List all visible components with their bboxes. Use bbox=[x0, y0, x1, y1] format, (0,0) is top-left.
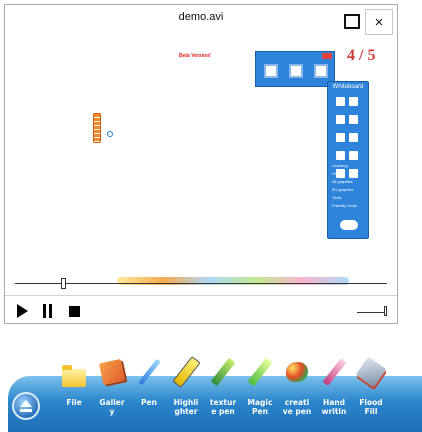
flood-fill-icon bbox=[355, 356, 387, 388]
maximize-icon bbox=[344, 13, 360, 29]
texture-pen-icon bbox=[209, 357, 237, 387]
tool-magic-pen[interactable]: Magic Pen bbox=[242, 352, 278, 432]
wb-tool-icon[interactable] bbox=[336, 151, 345, 160]
whiteboard-panel: Whiteboard Learning Pen All graphics 3D … bbox=[327, 81, 369, 239]
wb-list-item[interactable]: Learning bbox=[332, 162, 368, 170]
pen-strip-graphic bbox=[93, 113, 101, 143]
tool-gallery[interactable]: Galler y bbox=[94, 352, 130, 432]
wb-tool-icon[interactable] bbox=[349, 133, 358, 142]
stop-icon[interactable] bbox=[69, 306, 80, 317]
tool-label: Magic Pen bbox=[247, 398, 273, 416]
tool-texture-pen[interactable]: textur e pen bbox=[205, 352, 241, 432]
mini-toolbar-button-2[interactable] bbox=[289, 64, 303, 78]
handwriting-icon bbox=[320, 358, 348, 386]
tool-flood-fill[interactable]: Flood Fill bbox=[353, 352, 389, 432]
pause-icon[interactable] bbox=[43, 304, 53, 318]
wb-list-item[interactable]: 3D graphics bbox=[332, 186, 368, 194]
folder-icon bbox=[60, 358, 88, 387]
wb-tool-icon[interactable] bbox=[349, 115, 358, 124]
mini-toolbar-panel bbox=[255, 51, 335, 87]
eject-icon bbox=[20, 409, 32, 412]
tool-label: textur e pen bbox=[209, 398, 237, 416]
media-player-window: demo.avi × Beta Version! 4 / 5 Whiteboar… bbox=[4, 4, 398, 324]
wb-tool-icon[interactable] bbox=[336, 133, 345, 142]
wb-list-item[interactable]: Tools bbox=[332, 194, 368, 202]
wb-tool-icon[interactable] bbox=[336, 115, 345, 124]
whiteboard-toggle-button[interactable] bbox=[340, 220, 358, 230]
pen-icon bbox=[135, 358, 163, 386]
close-button[interactable]: × bbox=[365, 9, 393, 35]
wb-tool-icon[interactable] bbox=[349, 97, 358, 106]
tool-label: File bbox=[66, 398, 82, 407]
highlighter-icon bbox=[171, 356, 201, 388]
volume-slider[interactable] bbox=[357, 312, 385, 313]
tool-label: Flood Fill bbox=[359, 398, 383, 416]
whiteboard-list: Learning Pen All graphics 3D graphics To… bbox=[332, 162, 368, 210]
wb-list-item[interactable]: All graphics bbox=[332, 178, 368, 186]
seek-thumb[interactable] bbox=[61, 278, 66, 289]
tool-highlighter[interactable]: Highli ghter bbox=[168, 352, 204, 432]
wb-tool-icon[interactable] bbox=[349, 151, 358, 160]
volume-thumb[interactable] bbox=[384, 306, 387, 316]
tool-label: Galler y bbox=[99, 398, 125, 416]
tool-label: Highli ghter bbox=[173, 398, 199, 416]
eject-home-button[interactable] bbox=[12, 392, 40, 420]
tool-dock: File Galler y Pen Highli ghter textur e … bbox=[0, 352, 422, 432]
wb-tool-icon[interactable] bbox=[336, 97, 345, 106]
wb-list-item[interactable]: Pen bbox=[332, 170, 368, 178]
demo-version-text: Beta Version! bbox=[179, 53, 211, 59]
play-icon[interactable] bbox=[17, 304, 28, 318]
tool-handwriting[interactable]: Hand writin bbox=[316, 352, 352, 432]
title-bar: demo.avi × bbox=[5, 5, 397, 37]
tool-label: creati ve pen bbox=[282, 398, 312, 416]
tool-pen[interactable]: Pen bbox=[131, 352, 167, 432]
playback-controls bbox=[5, 295, 397, 324]
cursor-icon bbox=[107, 131, 113, 137]
creative-pen-icon bbox=[283, 358, 311, 386]
page-counter: 4 / 5 bbox=[347, 47, 376, 64]
whiteboard-title: Whiteboard bbox=[332, 84, 364, 90]
maximize-button[interactable] bbox=[339, 9, 365, 33]
gallery-books-icon bbox=[98, 358, 126, 386]
mini-toolbar-button-1[interactable] bbox=[264, 64, 278, 78]
wb-list-item[interactable]: Friendly Tools bbox=[332, 202, 368, 210]
magic-pen-icon bbox=[246, 357, 274, 387]
tool-label: Hand writin bbox=[321, 398, 347, 416]
tool-label: Pen bbox=[141, 398, 157, 407]
mini-toolbar-close-icon[interactable] bbox=[322, 53, 332, 59]
tool-file[interactable]: File bbox=[56, 352, 92, 432]
video-area[interactable]: Beta Version! 4 / 5 Whiteboard Learning … bbox=[9, 39, 395, 285]
seek-bar[interactable] bbox=[15, 283, 387, 284]
tool-creative-pen[interactable]: creati ve pen bbox=[279, 352, 315, 432]
mini-toolbar-button-3[interactable] bbox=[314, 64, 328, 78]
